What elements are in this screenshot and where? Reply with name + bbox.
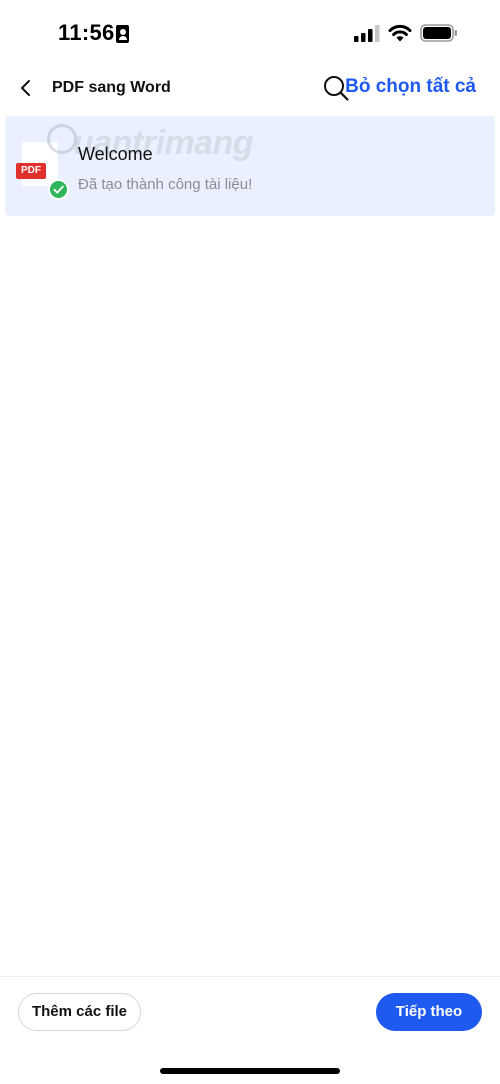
file-status: Đã tạo thành công tài liệu! bbox=[78, 176, 253, 193]
signal-icon bbox=[354, 25, 380, 42]
battery-icon bbox=[420, 24, 457, 42]
pdf-badge: PDF bbox=[16, 163, 46, 179]
file-name: Welcome bbox=[78, 144, 153, 164]
chevron-left-icon[interactable] bbox=[14, 76, 38, 100]
status-bar: 11:56 bbox=[0, 0, 500, 64]
bottom-divider bbox=[0, 976, 500, 977]
nav-bar: PDF sang Word Bỏ chọn tất cả bbox=[0, 64, 500, 114]
home-indicator[interactable] bbox=[160, 1068, 340, 1074]
page-title: PDF sang Word bbox=[52, 79, 171, 96]
deselect-all-button[interactable]: Bỏ chọn tất cả bbox=[345, 76, 476, 98]
check-circle-icon bbox=[48, 179, 69, 200]
status-time: 11:56 bbox=[58, 20, 115, 45]
id-card-icon bbox=[116, 25, 129, 43]
add-files-button[interactable]: Thêm các file bbox=[18, 993, 141, 1031]
wifi-icon bbox=[388, 24, 412, 42]
file-list-item[interactable]: PDF uantrimang Welcome Đã tạo thành công… bbox=[5, 116, 495, 216]
next-button[interactable]: Tiếp theo bbox=[376, 993, 482, 1031]
